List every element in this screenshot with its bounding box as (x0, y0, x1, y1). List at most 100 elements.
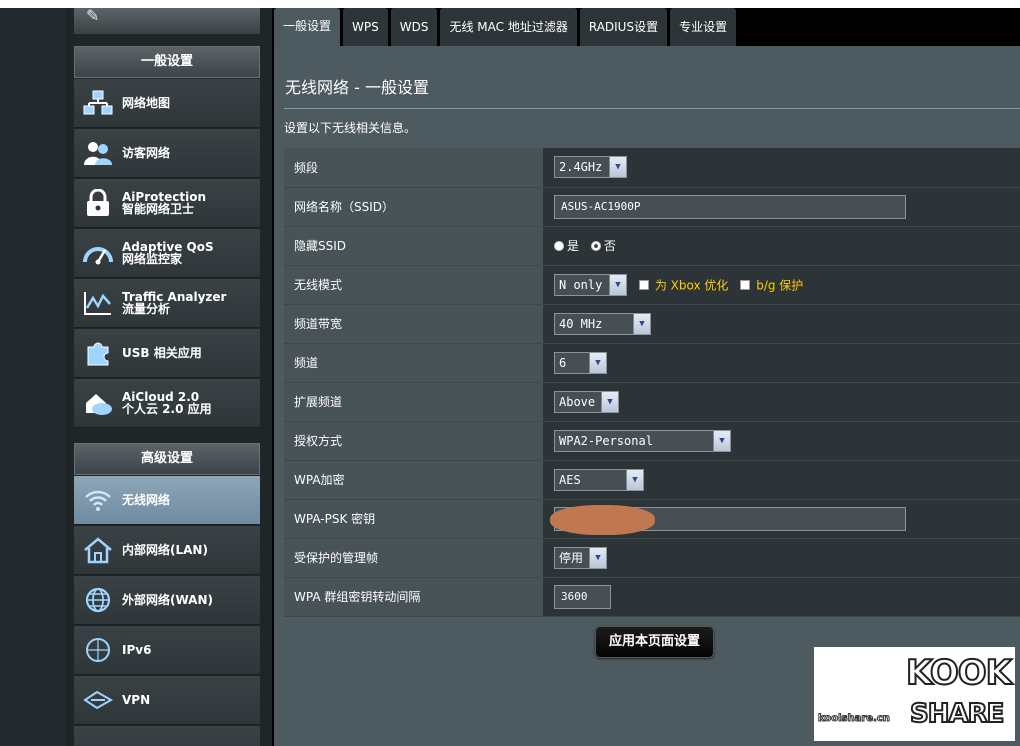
wifi-icon (74, 476, 122, 525)
ext-channel-select[interactable]: Above ▼ (554, 390, 619, 413)
watermark-logo: KOOK SHARE koolshare.cn (814, 647, 1015, 741)
chevron-down-icon: ▼ (713, 430, 730, 451)
chevron-down-icon: ▼ (609, 274, 626, 295)
menu-item-guest-network[interactable]: 访客网络 (74, 129, 260, 178)
wpa-enc-select[interactable]: AES ▼ (554, 468, 644, 491)
psk-label: WPA-PSK 密钥 (284, 499, 543, 539)
menu-header-general: 一般设置 (74, 46, 260, 78)
menu-item-label: USB 相关应用 (122, 346, 202, 360)
bg-protection-label: b/g 保护 (756, 278, 804, 292)
menu-item-label: IPv6 (122, 643, 152, 657)
network-map-icon (74, 79, 122, 128)
mode-label: 无线模式 (284, 265, 543, 305)
row-ssid: 网络名称（SSID） ASUS-AC1900P (284, 187, 1020, 227)
page-title: 无线网络 - 一般设置 (285, 78, 429, 97)
left-margin (0, 8, 66, 746)
menu-item-aiprotection[interactable]: AiProtection 智能网络卫士 (74, 179, 260, 228)
chevron-down-icon: ▼ (633, 313, 650, 334)
menu-item-label: VPN (122, 693, 151, 707)
menu-item-vpn[interactable]: VPN (74, 676, 260, 725)
hide-ssid-yes-radio[interactable] (554, 240, 564, 251)
tab-professional[interactable]: 专业设置 (670, 8, 737, 46)
pmf-label: 受保护的管理帧 (284, 538, 543, 578)
cloud-house-icon (74, 379, 122, 428)
menu-item-partial[interactable] (74, 726, 260, 746)
menu-item-label: 内部网络(LAN) (122, 543, 208, 557)
globe-icon (74, 576, 122, 625)
menu-item-aicloud[interactable]: AiCloud 2.0 个人云 2.0 应用 (74, 379, 260, 428)
watermark-brand-bottom: SHARE (909, 698, 1005, 730)
ipv6-globe-icon (74, 626, 122, 675)
tab-general[interactable]: 一般设置 (274, 8, 341, 46)
gtk-interval-label: WPA 群组密钥转动间隔 (284, 577, 543, 617)
pmf-select[interactable]: 停用 ▼ (554, 546, 607, 569)
menu-item-label: Adaptive QoS 网络监控家 (122, 240, 214, 266)
bandwidth-label: 频道带宽 (284, 304, 543, 344)
chevron-down-icon: ▼ (601, 391, 618, 412)
row-hide-ssid: 隐藏SSID 是 否 (284, 226, 1020, 266)
mode-select[interactable]: N only ▼ (554, 273, 627, 296)
hide-ssid-yes-label: 是 (567, 239, 580, 253)
menu-item-network-map[interactable]: 网络地图 (74, 79, 260, 128)
row-mode: 无线模式 N only ▼ 为 Xbox 优化 b/g 保护 (284, 265, 1020, 305)
menu-item-label: 无线网络 (122, 493, 171, 507)
menu-item-lan[interactable]: 内部网络(LAN) (74, 526, 260, 575)
menu-item-label: 网络地图 (122, 96, 171, 110)
ssid-input[interactable]: ASUS-AC1900P (554, 194, 906, 219)
band-label: 频段 (284, 148, 543, 188)
wpa-enc-label: WPA加密 (284, 460, 543, 500)
auth-label: 授权方式 (284, 421, 543, 461)
menu-item-wan[interactable]: 外部网络(WAN) (74, 576, 260, 625)
row-wpa-enc: WPA加密 AES ▼ (284, 460, 1020, 500)
menu-item-adaptive-qos[interactable]: Adaptive QoS 网络监控家 (74, 229, 260, 278)
gtk-interval-input[interactable]: 3600 (554, 584, 611, 609)
tab-mac-filter[interactable]: 无线 MAC 地址过滤器 (440, 8, 577, 46)
menu-item-label: 外部网络(WAN) (122, 593, 213, 607)
menu-header-advanced: 高级设置 (74, 443, 260, 475)
menu-item-traffic-analyzer[interactable]: Traffic Analyzer 流量分析 (74, 279, 260, 328)
row-channel: 频道 6 ▼ (284, 343, 1020, 383)
hide-ssid-no-radio[interactable] (590, 240, 601, 251)
menu-item-wireless[interactable]: 无线网络 (74, 476, 260, 525)
tab-wps[interactable]: WPS (343, 8, 388, 46)
tab-radius[interactable]: RADIUS设置 (579, 8, 668, 46)
row-ext-channel: 扩展频道 Above ▼ (284, 382, 1020, 422)
chevron-down-icon: ▼ (626, 469, 643, 490)
menu-item-label: AiProtection 智能网络卫士 (122, 190, 206, 216)
band-select[interactable]: 2.4GHz ▼ (554, 156, 627, 179)
gauge-icon (74, 229, 122, 278)
row-gtk-interval: WPA 群组密钥转动间隔 3600 (284, 577, 1020, 617)
row-bandwidth: 频道带宽 40 MHz ▼ (284, 304, 1020, 344)
tab-wds[interactable]: WDS (390, 8, 438, 46)
page-description: 设置以下无线相关信息。 (284, 121, 417, 135)
bg-protection-checkbox[interactable] (740, 279, 751, 290)
menu-item-label: Traffic Analyzer 流量分析 (122, 290, 227, 316)
guest-network-icon (74, 129, 122, 178)
apply-button[interactable]: 应用本页面设置 (595, 626, 714, 658)
lock-icon (74, 179, 122, 228)
top-edge (0, 0, 1020, 8)
title-divider (284, 108, 1020, 109)
menu-item-ipv6[interactable]: IPv6 (74, 626, 260, 675)
watermark-url: koolshare.cn (818, 713, 891, 725)
ssid-label: 网络名称（SSID） (284, 187, 543, 227)
redaction-blob (550, 505, 655, 535)
firewall-icon (74, 726, 122, 746)
menu-item-label: 访客网络 (122, 146, 171, 160)
settings-table: 频段 2.4GHz ▼ 网络名称（SSID） ASUS-AC1900P 隐藏SSI… (284, 148, 1020, 617)
menu-item-label: AiCloud 2.0 个人云 2.0 应用 (122, 390, 212, 416)
hide-ssid-label: 隐藏SSID (284, 226, 543, 266)
pencil-icon: ✎ (86, 6, 100, 25)
row-pmf: 受保护的管理帧 停用 ▼ (284, 538, 1020, 578)
watermark-brand-top: KOOK (905, 652, 1013, 694)
puzzle-icon (74, 329, 122, 378)
auth-select[interactable]: WPA2-Personal ▼ (554, 429, 731, 452)
hide-ssid-no-label: 否 (603, 239, 616, 253)
row-auth: 授权方式 WPA2-Personal ▼ (284, 421, 1020, 461)
chevron-down-icon: ▼ (589, 547, 606, 568)
bandwidth-select[interactable]: 40 MHz ▼ (554, 312, 651, 335)
channel-select[interactable]: 6 ▼ (554, 351, 607, 374)
xbox-checkbox[interactable] (638, 279, 649, 290)
traffic-chart-icon (74, 279, 122, 328)
menu-item-usb-apps[interactable]: USB 相关应用 (74, 329, 260, 378)
